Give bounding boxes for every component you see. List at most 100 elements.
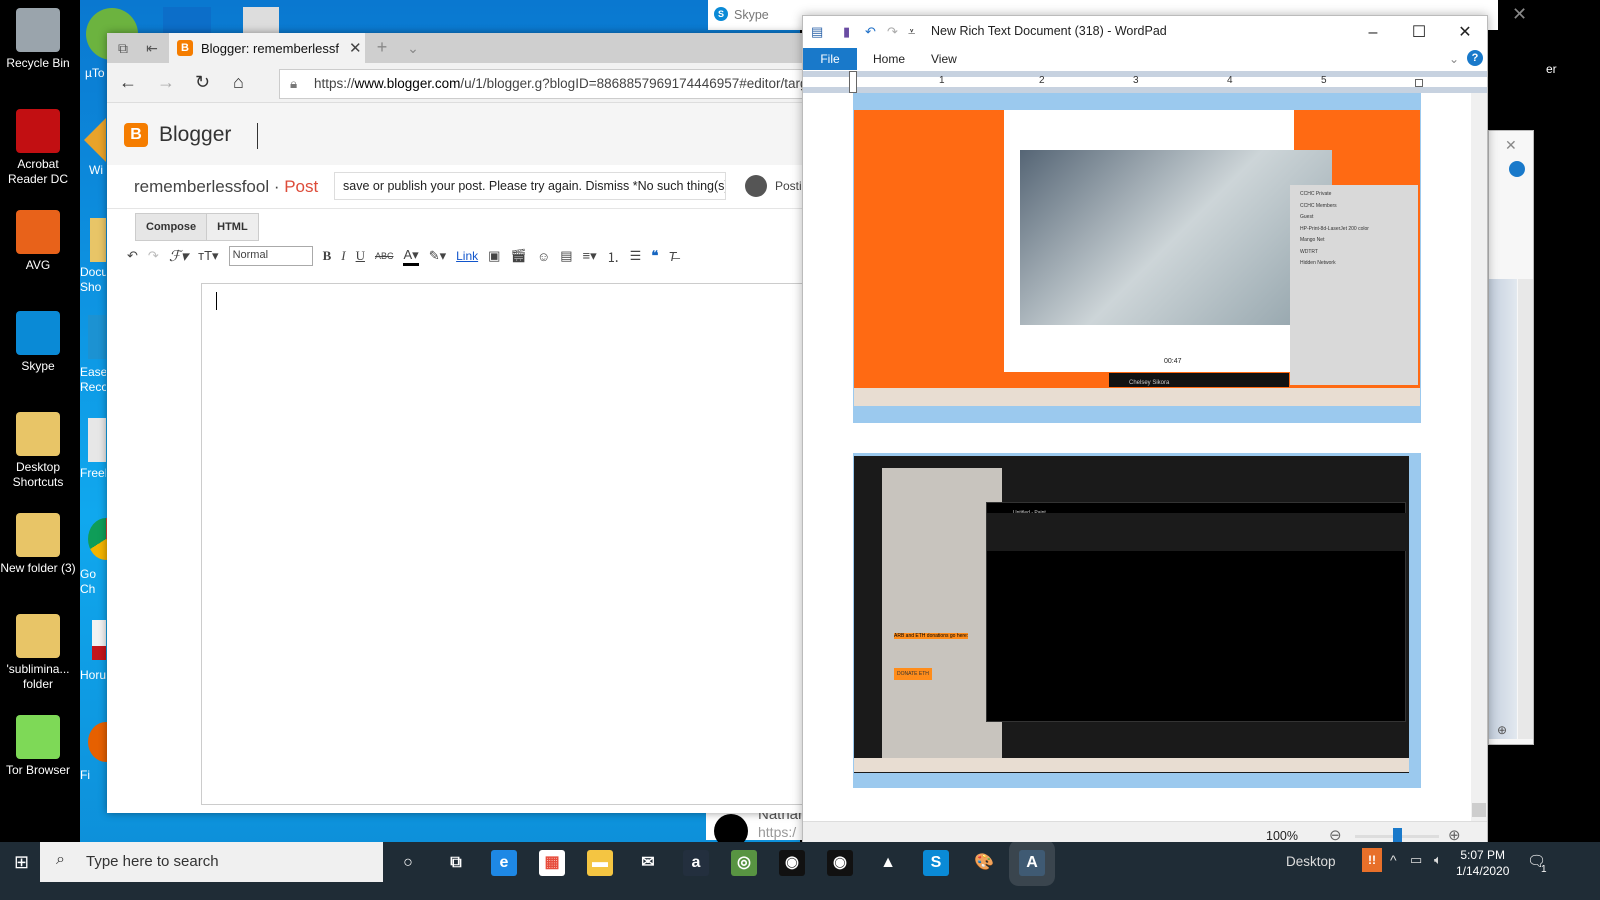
paint-icon[interactable]: 🎨 <box>971 850 997 876</box>
freefile-icon[interactable] <box>88 418 106 462</box>
camera-app-icon[interactable]: ◉ <box>779 850 805 876</box>
edge-icon[interactable]: e <box>491 850 517 876</box>
blogger-brand[interactable]: Blogger <box>159 123 231 147</box>
compose-tab[interactable]: Compose <box>136 214 208 240</box>
save-icon[interactable]: ▮ <box>843 24 850 40</box>
avatar[interactable] <box>745 175 767 197</box>
set-aside-tabs-icon[interactable]: ⇤ <box>144 40 160 56</box>
battery-icon[interactable]: ▭ <box>1410 852 1422 868</box>
clock[interactable]: 5:07 PM 1/14/2020 <box>1456 847 1509 879</box>
home-tab[interactable]: Home <box>873 52 905 66</box>
bold-icon[interactable]: B <box>323 248 332 264</box>
tab-close-icon[interactable]: ✕ <box>349 39 362 57</box>
show-hidden-icons[interactable]: ^ <box>1390 852 1397 868</box>
underline-icon[interactable]: U <box>356 248 365 264</box>
remove-formatting-icon[interactable]: T̶ <box>668 249 676 264</box>
align-icon[interactable]: ≡▾ <box>583 248 597 264</box>
file-explorer-icon[interactable]: ▬ <box>587 850 613 876</box>
folder-icon[interactable] <box>90 218 106 262</box>
view-tab[interactable]: View <box>931 52 957 66</box>
strikethrough-icon[interactable]: ABC <box>375 251 394 261</box>
tabs-aside-icon[interactable]: ⧉ <box>115 40 131 56</box>
refresh-button[interactable]: ↻ <box>195 72 210 93</box>
desktop-icon[interactable]: 'sublimina... folder <box>0 614 76 692</box>
embedded-screenshot-1[interactable]: 00:47 Chelsey Sikora CCHC Private CCHC M… <box>853 93 1421 423</box>
partial-icon-script[interactable] <box>243 7 279 35</box>
vertical-scrollbar[interactable] <box>1471 93 1487 821</box>
pdf-icon[interactable] <box>92 620 106 660</box>
file-tab[interactable]: File <box>803 48 857 70</box>
store-icon[interactable]: ▦ <box>539 850 565 876</box>
skype-contact-row[interactable]: Nathan https:/ <box>706 806 806 848</box>
undo-icon[interactable]: ↶ <box>865 24 876 40</box>
desktop-toolbar[interactable]: Desktop <box>1286 854 1336 869</box>
text-color-icon[interactable]: A▾ <box>403 247 419 266</box>
document-area[interactable]: 00:47 Chelsey Sikora CCHC Private CCHC M… <box>803 93 1471 821</box>
scrollbar[interactable] <box>1518 279 1533 739</box>
task-view-icon[interactable]: ⧉ <box>443 850 469 876</box>
quote-icon[interactable]: ❝ <box>651 248 658 264</box>
emoji-icon[interactable]: ☺ <box>537 249 550 264</box>
skype-close-button[interactable]: ✕ <box>1512 4 1527 25</box>
alert-tray-icon[interactable]: !! <box>1362 848 1382 872</box>
wordpad-icon[interactable]: A <box>1019 850 1045 876</box>
desktop-icon[interactable]: AVG <box>0 210 76 273</box>
customize-quick-access-icon[interactable]: ⩡ <box>908 24 915 40</box>
webcam-icon[interactable]: ◉ <box>827 850 853 876</box>
blog-name[interactable]: rememberlessfool <box>134 177 269 196</box>
wordpad-titlebar[interactable]: ▤ ▮ ↶ ↷ ⩡ New Rich Text Document (318) -… <box>803 16 1487 48</box>
italic-icon[interactable]: I <box>341 248 345 264</box>
blogger-logo-icon[interactable]: B <box>124 123 148 147</box>
vlc-icon[interactable]: ▲ <box>875 850 901 876</box>
desktop-icon[interactable]: Acrobat Reader DC <box>0 109 76 187</box>
html-tab[interactable]: HTML <box>207 214 258 240</box>
desktop-icon[interactable]: Skype <box>0 311 76 374</box>
background-wordpad-window[interactable]: ✕ ⊕ <box>1488 130 1534 745</box>
redo-icon[interactable]: ↷ <box>887 24 898 40</box>
partial-icon-blue-app[interactable] <box>163 7 211 35</box>
address-bar[interactable]: 🔒︎ https://www.blogger.com/u/1/blogger.g… <box>279 69 807 99</box>
maximize-button[interactable]: ☐ <box>1399 20 1439 46</box>
insert-image-icon[interactable]: ▣ <box>488 248 500 264</box>
highlight-icon[interactable]: ✎▾ <box>429 248 446 264</box>
wordpad-app-icon[interactable]: ▤ <box>811 24 823 40</box>
right-indent-marker[interactable] <box>1415 79 1423 87</box>
new-tab-button[interactable]: + <box>374 37 390 57</box>
ruler[interactable]: 1 2 3 4 5 <box>803 71 1487 93</box>
help-icon[interactable] <box>1509 161 1525 177</box>
scroll-thumb[interactable] <box>1472 803 1486 817</box>
post-body-editor[interactable] <box>201 283 807 805</box>
forward-button[interactable]: → <box>157 72 175 93</box>
close-icon[interactable]: ✕ <box>1505 137 1517 154</box>
desktop-icon[interactable]: Desktop Shortcuts <box>0 412 76 490</box>
zoom-in-icon[interactable]: ⊕ <box>1497 723 1507 737</box>
back-button[interactable]: ← <box>119 72 137 93</box>
mail-icon[interactable]: ✉ <box>635 850 661 876</box>
amazon-icon[interactable]: a <box>683 850 709 876</box>
browser-tab[interactable]: B Blogger: rememberlessf ✕ <box>169 33 365 63</box>
indent-marker[interactable] <box>849 71 857 93</box>
error-message[interactable]: save or publish your post. Please try ag… <box>334 172 726 200</box>
volume-icon[interactable]: 🔈︎ <box>1434 852 1442 868</box>
close-button[interactable]: ✕ <box>1445 20 1485 46</box>
easeus-icon[interactable] <box>88 315 106 359</box>
format-select[interactable]: Normal <box>228 246 313 266</box>
insert-video-icon[interactable]: 🎬︎ <box>510 248 527 264</box>
start-button[interactable]: ⊞ <box>14 852 29 873</box>
tab-preview-chevron-icon[interactable]: ⌄ <box>405 40 421 56</box>
desktop-icon[interactable]: Recycle Bin <box>0 8 76 71</box>
home-button[interactable]: ⌂ <box>233 72 244 93</box>
desktop-icon[interactable]: New folder (3) <box>0 513 76 576</box>
minimize-button[interactable]: – <box>1353 20 1393 46</box>
insert-jump-break-icon[interactable]: ▤ <box>560 248 572 264</box>
desktop-icon[interactable]: Tor Browser <box>0 715 76 778</box>
numbered-list-icon[interactable]: ⒈ <box>607 247 620 266</box>
tripadvisor-icon[interactable]: ◎ <box>731 850 757 876</box>
embedded-screenshot-2[interactable]: ARB and ETH donations go here: DONATE ET… <box>853 453 1421 788</box>
undo-icon[interactable]: ↶ <box>127 248 138 264</box>
cortana-icon[interactable]: ○ <box>395 850 421 876</box>
redo-icon[interactable]: ↷ <box>148 248 159 264</box>
font-family-icon[interactable]: ℱ▾ <box>169 247 188 266</box>
link-button[interactable]: Link <box>456 249 478 263</box>
skype-icon[interactable]: S <box>923 850 949 876</box>
